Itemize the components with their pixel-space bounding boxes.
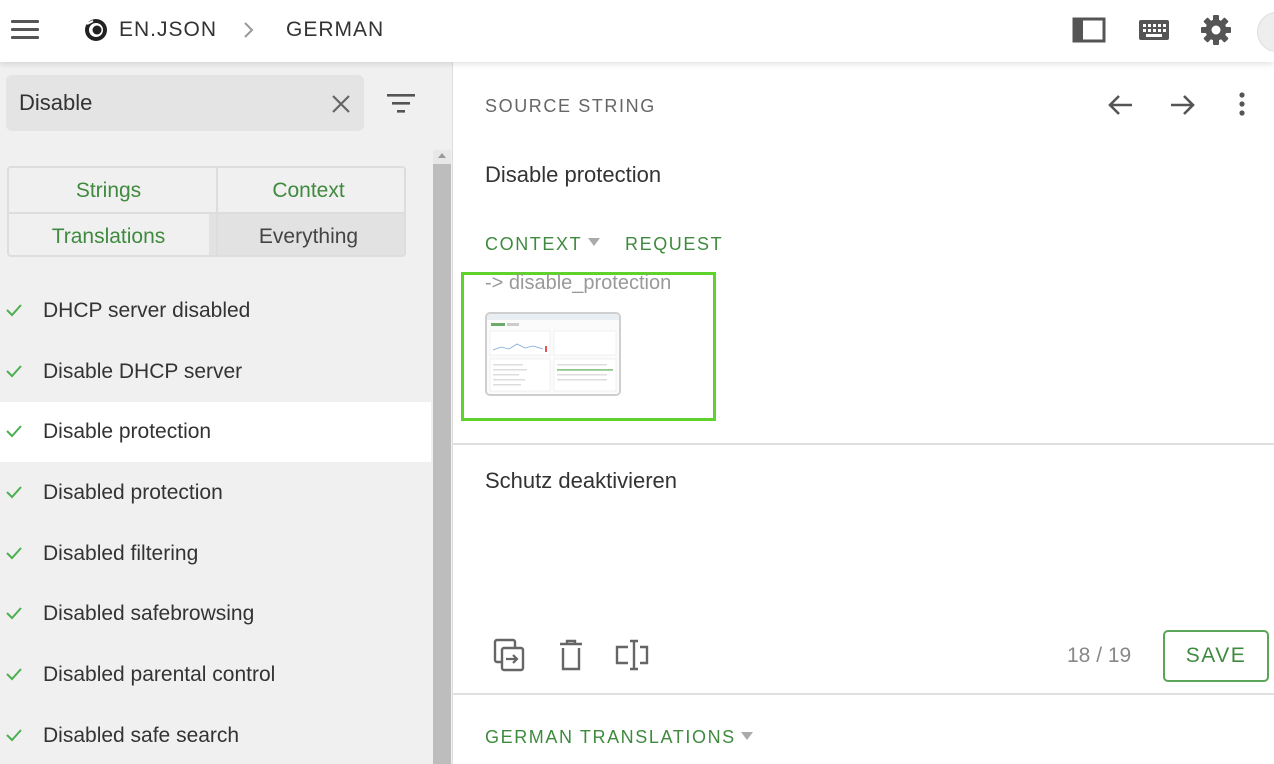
save-button[interactable]: SAVE — [1163, 630, 1269, 682]
list-item-selected[interactable]: Disable protection — [0, 402, 431, 462]
source-string-label: SOURCE STRING — [485, 96, 656, 116]
tab-translations[interactable]: Translations — [9, 214, 208, 255]
tab-context[interactable]: Context — [209, 168, 404, 213]
check-icon — [6, 304, 22, 317]
arrow-left-icon[interactable] — [1106, 90, 1136, 120]
list-item[interactable]: DHCP server disabled — [0, 281, 431, 341]
character-counter: 18 / 19 — [1067, 644, 1132, 667]
list-item[interactable]: Disabled safe search — [0, 706, 431, 764]
menu-icon[interactable] — [10, 17, 40, 43]
check-icon — [6, 607, 22, 620]
check-icon — [6, 729, 22, 742]
list-item[interactable]: Disabled safebrowsing — [0, 584, 431, 644]
list-item-label: Disable protection — [43, 420, 212, 443]
list-item[interactable]: Disabled parental control — [0, 645, 431, 705]
list-item-label: Disable DHCP server — [43, 360, 243, 383]
more-vert-icon[interactable] — [1232, 90, 1252, 120]
avatar[interactable] — [1257, 12, 1274, 52]
sidebar-layout-icon[interactable] — [1072, 14, 1106, 46]
translation-input[interactable]: Schutz deaktivieren — [485, 468, 1245, 608]
string-key: -> disable_protection — [485, 272, 672, 294]
list-item-label: Disabled parental control — [43, 663, 276, 686]
copy-source-icon[interactable] — [492, 636, 528, 674]
check-icon — [6, 547, 22, 560]
top-bar: EN.JSON GERMAN — [0, 0, 1274, 62]
triangle-down-icon[interactable] — [740, 730, 754, 742]
divider — [453, 443, 1274, 445]
context-toggle[interactable]: CONTEXT — [485, 234, 582, 255]
gear-icon[interactable] — [1199, 14, 1233, 46]
close-icon[interactable] — [330, 93, 352, 115]
tab-strings[interactable]: Strings — [9, 168, 208, 213]
screenshot-thumbnail[interactable] — [485, 312, 621, 396]
keyboard-icon[interactable] — [1137, 14, 1171, 46]
text-cursor-icon[interactable] — [614, 636, 650, 674]
search-scope-tabs: Strings Context Translations Everything — [7, 166, 406, 257]
search-box — [6, 75, 364, 131]
german-translations-toggle[interactable]: GERMAN TRANSLATIONS — [485, 727, 736, 748]
list-item-label: Disabled safebrowsing — [43, 602, 255, 625]
arrow-right-icon[interactable] — [1167, 90, 1197, 120]
sidebar: Strings Context Translations Everything … — [0, 62, 453, 764]
source-string-text: Disable protection — [485, 162, 662, 187]
check-icon — [6, 425, 22, 438]
scroll-up-arrow-icon[interactable] — [437, 150, 447, 160]
trash-icon[interactable] — [553, 636, 589, 674]
filter-icon[interactable] — [386, 92, 416, 116]
search-input[interactable] — [19, 89, 319, 117]
list-item-label: Disabled filtering — [43, 542, 199, 565]
triangle-down-icon[interactable] — [587, 236, 601, 248]
tab-everything[interactable]: Everything — [209, 214, 404, 255]
list-item-label: Disabled protection — [43, 481, 223, 504]
logo-icon — [85, 19, 107, 41]
scrollbar[interactable] — [433, 150, 451, 764]
breadcrumb-file[interactable]: EN.JSON — [119, 18, 217, 42]
screenshot-preview — [487, 314, 619, 394]
list-item[interactable]: Disabled filtering — [0, 524, 431, 584]
editor-panel: SOURCE STRING Disable protection CONTEXT… — [453, 62, 1274, 764]
list-item-label: Disabled safe search — [43, 724, 240, 747]
list-item[interactable]: Disabled protection — [0, 463, 431, 523]
breadcrumb-language[interactable]: GERMAN — [286, 18, 384, 42]
check-icon — [6, 365, 22, 378]
scrollbar-thumb[interactable] — [433, 164, 451, 764]
chevron-right-icon — [244, 22, 254, 38]
divider — [453, 693, 1274, 695]
list-item-label: DHCP server disabled — [43, 299, 251, 322]
check-icon — [6, 486, 22, 499]
check-icon — [6, 668, 22, 681]
list-item[interactable]: Disable DHCP server — [0, 342, 431, 402]
request-context-button[interactable]: REQUEST — [625, 234, 723, 255]
tab-divider — [9, 212, 404, 214]
